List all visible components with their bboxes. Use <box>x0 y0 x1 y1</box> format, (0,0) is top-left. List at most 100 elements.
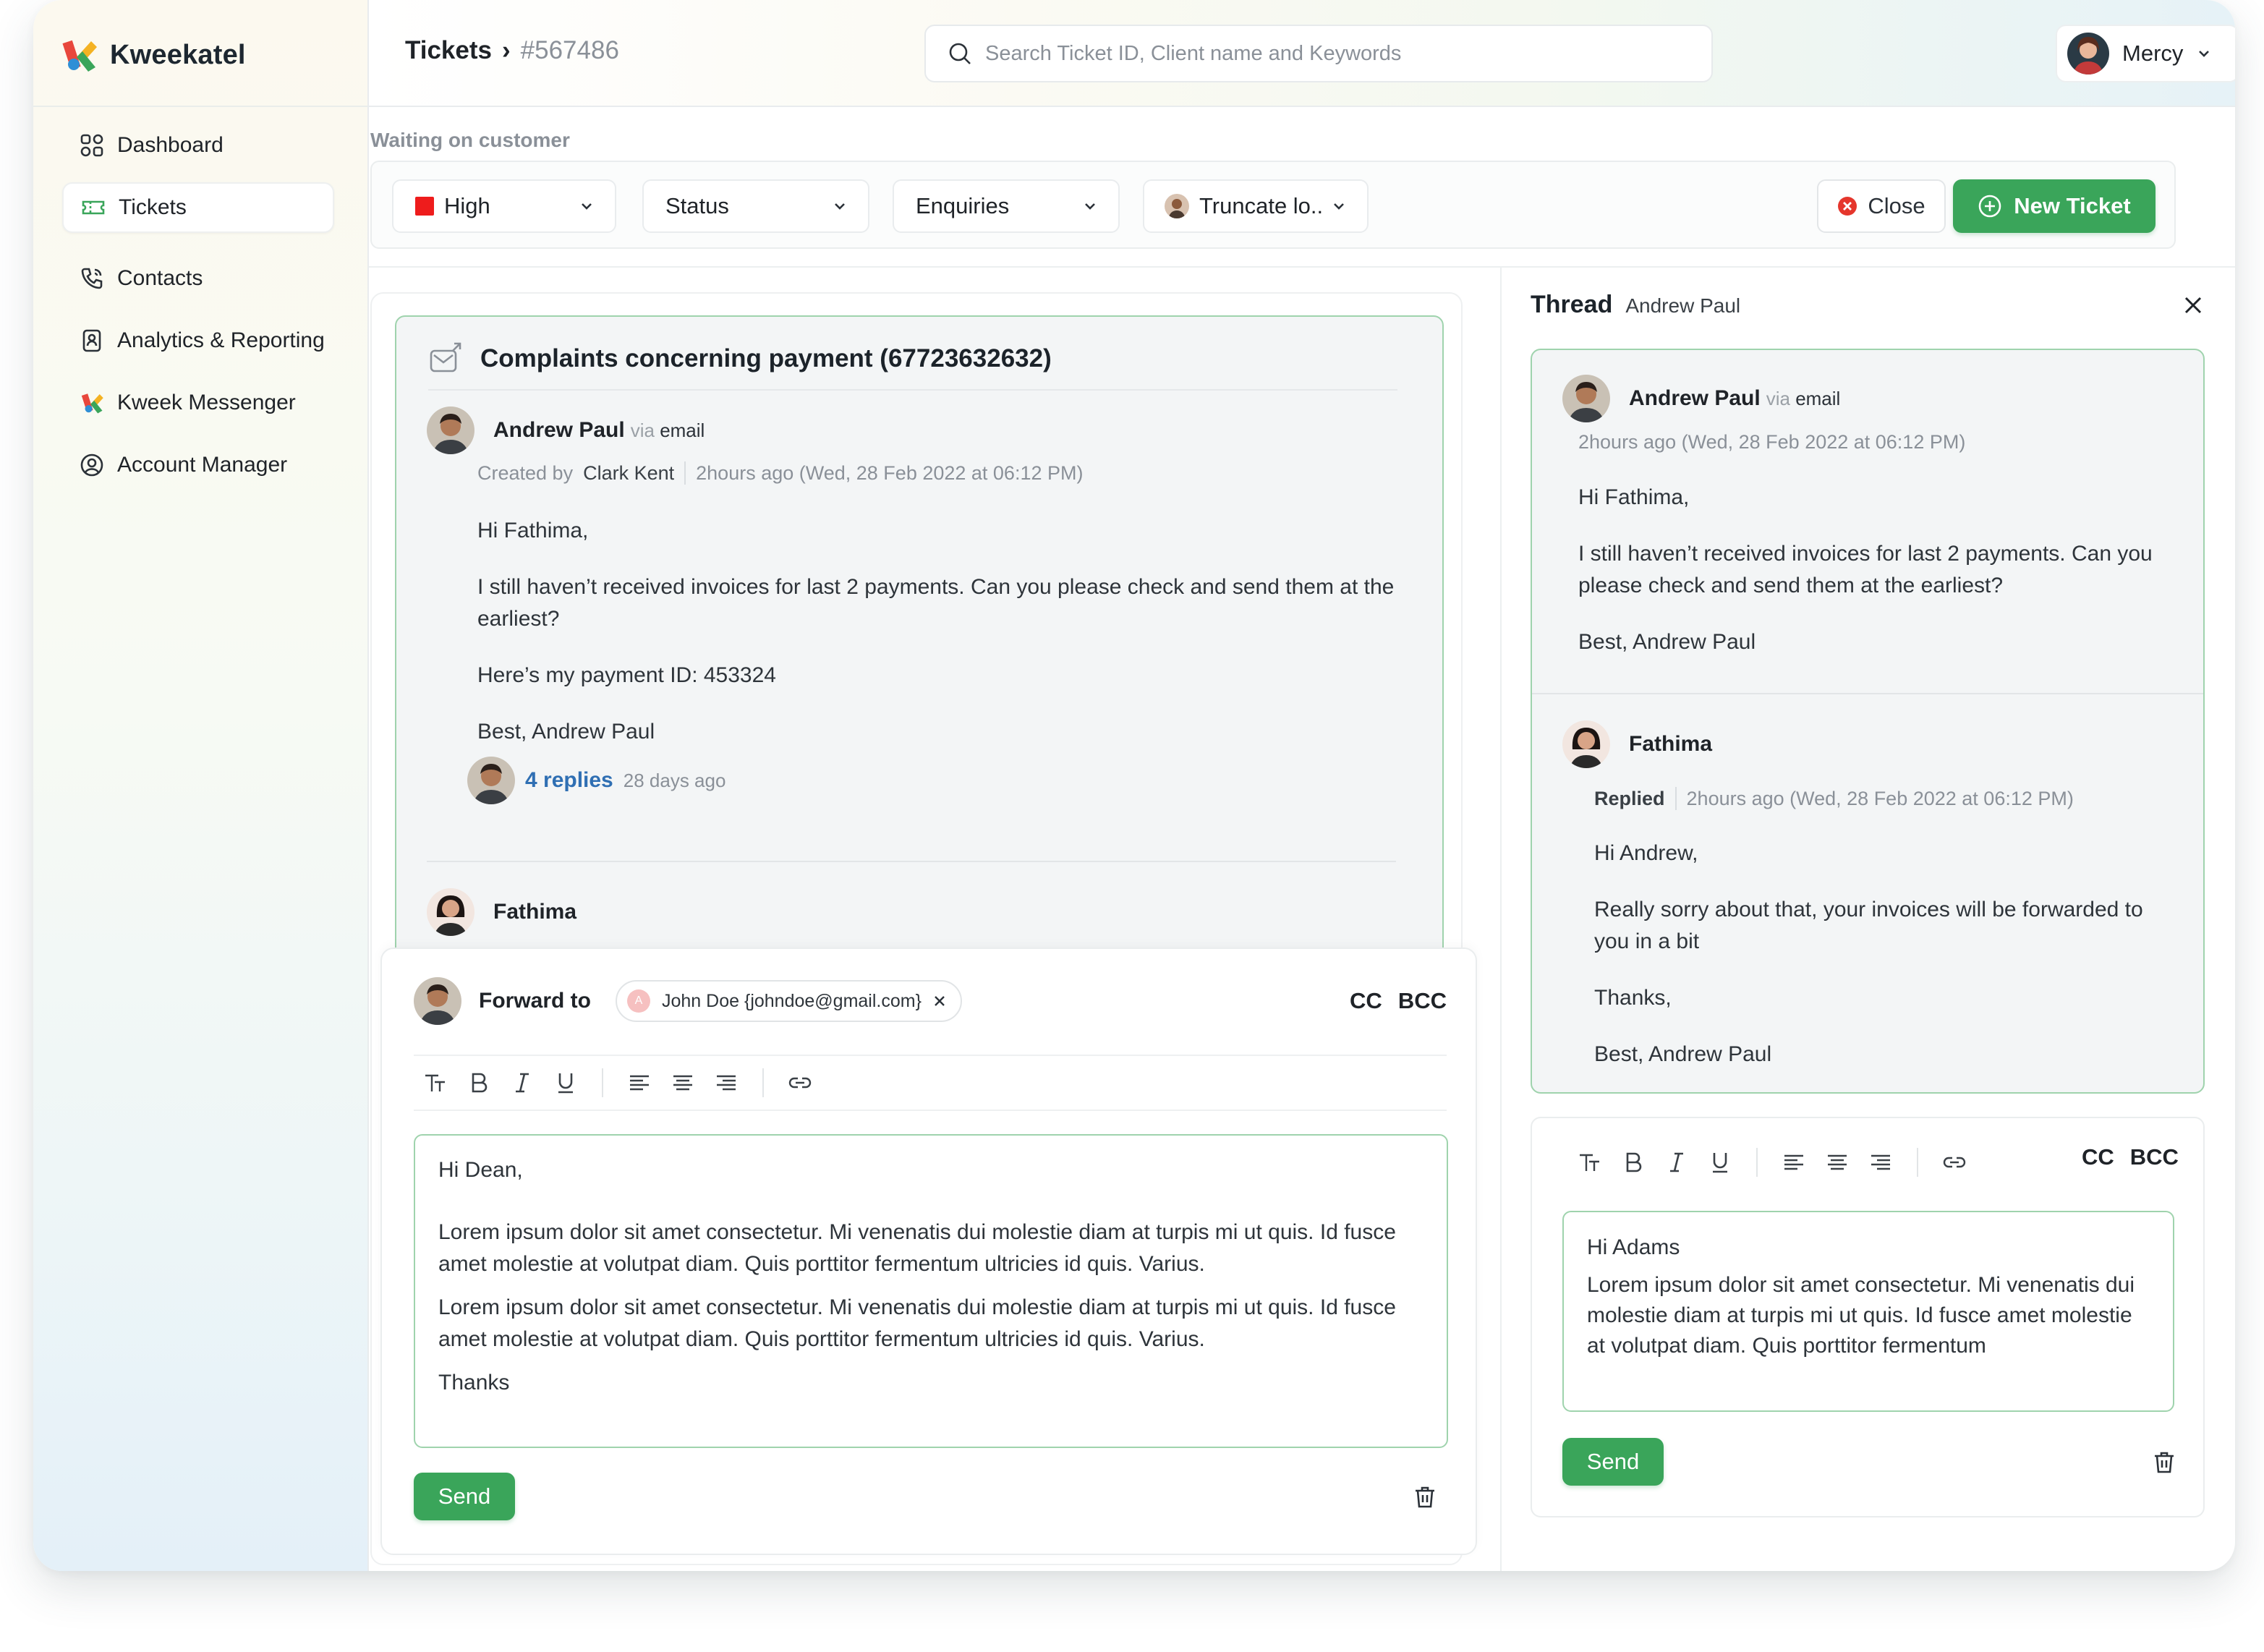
next-message-author: Fathima <box>427 888 576 936</box>
recipient-chip[interactable]: A John Doe {johndoe@gmail.com} <box>616 980 962 1022</box>
thread-reply-composer: CC BCC Hi Adams Lorem ipsum dolor sit am… <box>1531 1117 2205 1517</box>
thread-reply-editor[interactable]: Hi Adams Lorem ipsum dolor sit amet cons… <box>1562 1211 2174 1412</box>
close-ticket-button[interactable]: Close <box>1817 179 1946 233</box>
chevron-down-icon <box>2199 51 2210 57</box>
plus-circle-icon <box>1978 195 2001 218</box>
trash-icon[interactable] <box>2150 1448 2179 1477</box>
bcc-button[interactable]: BCC <box>2130 1144 2179 1170</box>
phone-icon <box>81 268 103 289</box>
ticket-header: Complaints concerning payment (677236326… <box>428 339 1397 391</box>
message-body: Hi Fathima, I still haven’t received inv… <box>477 519 1395 744</box>
thread-message-time: 2hours ago (Wed, 28 Feb 2022 at 06:12 PM… <box>1578 431 1966 453</box>
sidebar-item-label: Dashboard <box>117 133 224 157</box>
sidebar-item-dashboard[interactable]: Dashboard <box>62 120 334 171</box>
bold-icon[interactable] <box>457 1061 501 1104</box>
user-circle-icon <box>80 454 103 477</box>
bold-icon[interactable] <box>1612 1141 1655 1184</box>
cc-bcc: CC BCC <box>1350 988 1447 1014</box>
messenger-logo-icon <box>81 393 103 414</box>
thread-messages-card: Andrew Paul via email 2hours ago (Wed, 2… <box>1531 349 2205 1094</box>
assignee-dropdown[interactable]: Truncate lo.. <box>1143 179 1369 233</box>
avatar <box>2067 33 2109 74</box>
ticket-title: Complaints concerning payment (677236326… <box>480 344 1052 372</box>
close-circle-icon <box>1838 197 1857 216</box>
search-input[interactable] <box>985 41 1680 66</box>
assignee-value: Truncate lo.. <box>1199 193 1324 218</box>
new-ticket-button[interactable]: New Ticket <box>1953 179 2156 233</box>
forward-message-editor[interactable]: Hi Dean, Lorem ipsum dolor sit amet cons… <box>414 1134 1448 1448</box>
thread-subtitle: Andrew Paul <box>1625 294 1741 317</box>
link-icon[interactable] <box>1933 1141 1976 1184</box>
align-right-icon[interactable] <box>705 1061 748 1104</box>
sidebar-nav: Dashboard Tickets Contacts Analytics & R… <box>62 120 334 502</box>
kweekatel-logo-icon <box>62 40 97 72</box>
brand[interactable]: Kweekatel <box>59 33 246 77</box>
created-by: Clark Kent <box>583 461 675 484</box>
align-left-icon[interactable] <box>618 1061 661 1104</box>
text-format-icon[interactable] <box>414 1061 457 1104</box>
avatar <box>427 406 474 454</box>
forward-row: Forward to A John Doe {johndoe@gmail.com… <box>414 975 1447 1027</box>
recipient-avatar: A <box>627 989 650 1013</box>
align-left-icon[interactable] <box>1772 1141 1816 1184</box>
avatar <box>427 888 474 936</box>
sidebar: Kweekatel Dashboard Tickets Contacts Ana… <box>33 0 369 1571</box>
underline-icon[interactable] <box>544 1061 587 1104</box>
sidebar-item-contacts[interactable]: Contacts <box>62 253 334 304</box>
close-label: Close <box>1868 193 1925 218</box>
search-box[interactable] <box>924 25 1713 82</box>
sidebar-item-label: Kweek Messenger <box>117 391 296 414</box>
breadcrumb: Tickets › #567486 <box>405 36 619 65</box>
replies-ago: 28 days ago <box>623 769 726 791</box>
replies-summary[interactable]: 4 replies 28 days ago <box>467 757 725 804</box>
sidebar-item-tickets[interactable]: Tickets <box>62 182 334 233</box>
link-icon[interactable] <box>778 1061 822 1104</box>
underline-icon[interactable] <box>1698 1141 1742 1184</box>
bcc-button[interactable]: BCC <box>1398 988 1447 1014</box>
ticket-icon <box>82 200 105 215</box>
filter-divider <box>369 266 2235 268</box>
breadcrumb-root[interactable]: Tickets <box>405 36 492 65</box>
thread-message-author: Andrew Paul via email <box>1562 375 1840 422</box>
category-dropdown[interactable]: Enquiries <box>893 179 1120 233</box>
avatar <box>1562 720 1610 768</box>
forward-label: Forward to <box>479 989 591 1013</box>
close-thread-icon[interactable] <box>2180 292 2209 321</box>
cc-button[interactable]: CC <box>1350 988 1382 1014</box>
sidebar-item-account-manager[interactable]: Account Manager <box>62 440 334 490</box>
sidebar-item-label: Contacts <box>117 266 203 290</box>
italic-icon[interactable] <box>1655 1141 1698 1184</box>
dashboard-icon <box>80 134 103 157</box>
avatar <box>1562 375 1610 422</box>
message-meta: Created by Clark Kent 2hours ago (Wed, 2… <box>477 461 1084 485</box>
replies-link[interactable]: 4 replies <box>525 768 613 793</box>
sidebar-divider <box>33 106 367 107</box>
italic-icon[interactable] <box>501 1061 544 1104</box>
recipient-text: John Doe {johndoe@gmail.com} <box>662 990 922 1011</box>
send-button[interactable]: Send <box>414 1473 515 1520</box>
chevron-down-icon <box>1334 203 1344 210</box>
format-toolbar <box>414 1055 1447 1111</box>
status-dropdown[interactable]: Status <box>642 179 869 233</box>
align-center-icon[interactable] <box>1816 1141 1859 1184</box>
category-value: Enquiries <box>916 193 1010 218</box>
cc-button[interactable]: CC <box>2082 1144 2114 1170</box>
user-menu[interactable]: Mercy <box>2056 25 2235 82</box>
sidebar-item-analytics[interactable]: Analytics & Reporting <box>62 315 334 366</box>
close-icon[interactable] <box>933 995 946 1008</box>
author-name: Fathima <box>493 900 577 924</box>
breadcrumb-current: #567486 <box>520 36 619 64</box>
ticket-status-text: Waiting on customer <box>370 129 570 151</box>
priority-dropdown[interactable]: High <box>392 179 616 233</box>
align-right-icon[interactable] <box>1859 1141 1902 1184</box>
thread-header: Thread Andrew Paul <box>1531 291 1740 319</box>
via-label: via email <box>1766 387 1841 409</box>
align-center-icon[interactable] <box>661 1061 705 1104</box>
search-icon <box>949 43 971 64</box>
thread-send-button[interactable]: Send <box>1562 1438 1664 1486</box>
trash-icon[interactable] <box>1410 1483 1439 1512</box>
sidebar-item-messenger[interactable]: Kweek Messenger <box>62 378 334 428</box>
chevron-down-icon <box>1085 203 1095 210</box>
text-format-icon[interactable] <box>1568 1141 1612 1184</box>
priority-flag-icon <box>415 197 434 216</box>
